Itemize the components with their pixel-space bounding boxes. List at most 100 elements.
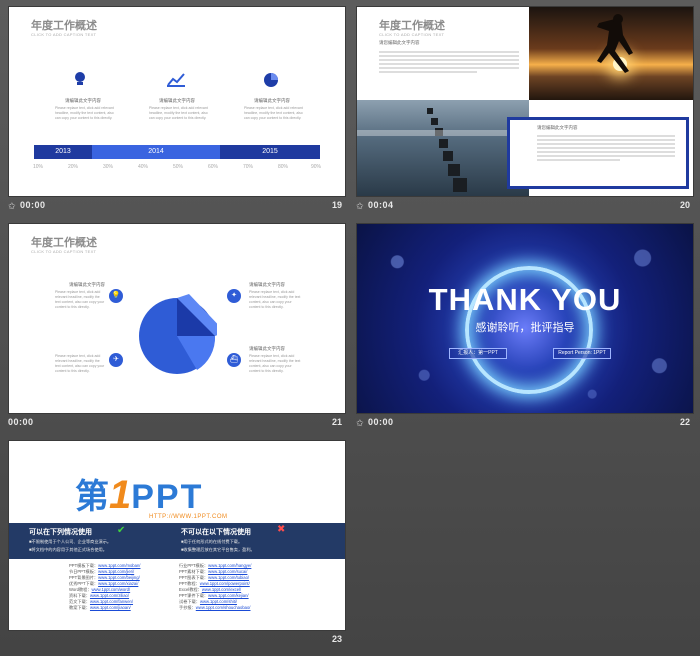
can-use-line: ■不限制使用于个人公司、企业等商业演示。 <box>29 539 112 544</box>
slide-title: 年度工作概述 <box>379 19 445 32</box>
slide-thumbnail-21[interactable]: 年度工作概述 CLICK TO ADD CAPTION TEXT 💡 ✦ ✈ ⛴… <box>8 223 346 414</box>
link[interactable]: www.1ppt.com/jiaoan/ <box>90 605 131 610</box>
link[interactable]: www.1ppt.com/beijing/ <box>98 575 140 580</box>
slide-number: 22 <box>679 417 690 427</box>
cannot-use-title: 不可以在以下情况使用 <box>181 529 251 536</box>
link[interactable]: www.1ppt.com/powerpoint/ <box>200 581 250 586</box>
link[interactable]: www.1ppt.com/shouchaobao/ <box>196 605 251 610</box>
lightbulb-icon: 💡 <box>109 289 123 303</box>
plane-icon: ✈ <box>109 353 123 367</box>
link[interactable]: www.1ppt.com/hangye/ <box>208 563 251 568</box>
percent-label: 40% <box>138 164 149 170</box>
percent-label: 70% <box>243 164 254 170</box>
percent-label: 60% <box>208 164 219 170</box>
link[interactable]: www.1ppt.com/moban/ <box>98 563 140 568</box>
link-label: 手抄报： <box>179 605 196 610</box>
usage-info-bar: 可以在下列情况使用 ✔ ■不限制使用于个人公司、企业等商业演示。 ■将文档中的内… <box>9 523 345 559</box>
slide-number: 20 <box>679 200 690 210</box>
slide-meta: 00:00 21 <box>8 416 344 430</box>
slide-thumbnail-23[interactable]: 第1PPT HTTP://WWW.1PPT.COM 可以在下列情况使用 ✔ ■不… <box>8 440 346 631</box>
slide-number: 21 <box>331 417 342 427</box>
link[interactable]: www.1ppt.com/sucai/ <box>208 569 247 574</box>
link-label: 优秀PPT下载： <box>69 581 99 586</box>
can-use-title: 可以在下列情况使用 <box>29 529 92 536</box>
pie-icon <box>264 73 278 87</box>
slide-meta: 23 <box>8 633 344 647</box>
slide-number: 19 <box>331 200 342 210</box>
link[interactable]: www.1ppt.com/shiti/ <box>200 599 237 604</box>
rocket-icon: ✦ <box>227 289 241 303</box>
item-label: 请编辑此文字内容 <box>159 98 195 103</box>
logo: 第1PPT <box>75 473 204 517</box>
link-label: PPT图表下载： <box>179 575 209 580</box>
item-text: Please replace text, click add relevant … <box>244 106 303 120</box>
link[interactable]: www.1ppt.com/fanwen/ <box>90 599 133 604</box>
check-icon: ✔ <box>117 525 126 536</box>
chart-icon <box>167 73 185 87</box>
slide-meta: ✩ 00:04 20 <box>356 199 692 213</box>
timeline-2015: 2015 <box>220 145 320 159</box>
cannot-use-line: ■收集整理后放在其它平台售卖，盈利。 <box>181 547 255 552</box>
heading: 请您编辑此文字内容 <box>537 125 578 130</box>
link[interactable]: www.1ppt.com/tubiao/ <box>208 575 249 580</box>
percent-label: 20% <box>68 164 79 170</box>
cannot-use-line: ■用于任何形式的在线付费下载。 <box>181 539 243 544</box>
item-text: Please replace text, click add relevant … <box>55 290 105 309</box>
link-label: Word教程： <box>69 587 92 592</box>
item-text: Please replace text, click add relevant … <box>55 354 105 373</box>
thank-you-title: THANK YOU <box>428 282 622 317</box>
link-label: Excel教程： <box>179 587 202 592</box>
sphere-graphic <box>139 294 217 374</box>
link-row: 手抄报：www.1ppt.com/shouchaobao/ <box>179 605 250 611</box>
link-label: PPT素材下载： <box>179 569 209 574</box>
slide-time: 00:00 <box>368 417 394 427</box>
link[interactable]: www.1ppt.com/xiazai/ <box>98 581 138 586</box>
link-label: PPT教程： <box>179 581 200 586</box>
heading: 请您编辑此文字内容 <box>379 40 420 45</box>
ship-icon: ⛴ <box>227 353 241 367</box>
link[interactable]: www.1ppt.com/ziliao/ <box>90 593 129 598</box>
slide-time: 00:00 <box>8 417 34 427</box>
cross-icon: ✖ <box>277 524 286 535</box>
link[interactable]: www.1ppt.com/word/ <box>92 587 131 592</box>
transition-icon[interactable]: ✩ <box>8 201 16 212</box>
slide-time: 00:04 <box>368 200 394 210</box>
link-label: 试卷下载： <box>179 599 200 604</box>
can-use-line: ■将文档中的内容用于其他正式场合使用。 <box>29 547 107 552</box>
transition-icon[interactable]: ✩ <box>356 201 364 212</box>
sunset-photo <box>529 7 693 100</box>
thanks-subtitle: 感谢聆听，批评指导 <box>475 322 575 334</box>
link-label: PPT模板下载： <box>69 563 99 568</box>
link-label: 行业PPT模板： <box>179 563 209 568</box>
link[interactable]: www.1ppt.com/jieri/ <box>98 569 134 574</box>
slide-number: 23 <box>331 634 342 644</box>
slide-title: 年度工作概述 <box>31 19 97 32</box>
paragraph <box>379 49 519 75</box>
slide-thumbnail-20[interactable]: 年度工作概述 CLICK TO ADD CAPTION TEXT 请您编辑此文字… <box>356 6 694 197</box>
item-label: 请编辑此文字内容 <box>65 98 101 103</box>
timeline-bar: 2013 2014 2015 <box>34 145 320 159</box>
slide-meta: ✩ 00:00 19 <box>8 199 344 213</box>
link-label: 资料下载： <box>69 593 90 598</box>
slide-subtitle: CLICK TO ADD CAPTION TEXT <box>31 249 97 254</box>
link[interactable]: www.1ppt.com/excel/ <box>202 587 241 592</box>
percent-label: 80% <box>278 164 289 170</box>
item-label: 请编辑此文字内容 <box>249 346 285 351</box>
item-text: Please replace text, click add relevant … <box>249 290 301 309</box>
item-text: Please replace text, click add relevant … <box>249 354 301 373</box>
link-row: 教案下载：www.1ppt.com/jiaoan/ <box>69 605 131 611</box>
slide-title: 年度工作概述 <box>31 236 97 249</box>
slide-thumbnail-19[interactable]: 年度工作概述 CLICK TO ADD CAPTION TEXT 请编辑此文字内… <box>8 6 346 197</box>
link-label: 范文下载： <box>69 599 90 604</box>
slide-thumbnail-22[interactable]: THANK YOU 感谢聆听，批评指导 汇报人：第一PPT Report Per… <box>356 223 694 414</box>
timeline-2014: 2014 <box>92 145 220 159</box>
link-label: 教案下载： <box>69 605 90 610</box>
item-label: 请编辑此文字内容 <box>254 98 290 103</box>
reporter-tag: 汇报人：第一PPT <box>449 348 507 359</box>
slide-time: 00:00 <box>20 200 46 210</box>
transition-icon[interactable]: ✩ <box>356 418 364 429</box>
percent-label: 90% <box>311 164 322 170</box>
link[interactable]: www.1ppt.com/kejian/ <box>208 593 249 598</box>
timeline-2013: 2013 <box>34 145 92 159</box>
slide-subtitle: CLICK TO ADD CAPTION TEXT <box>31 32 97 37</box>
